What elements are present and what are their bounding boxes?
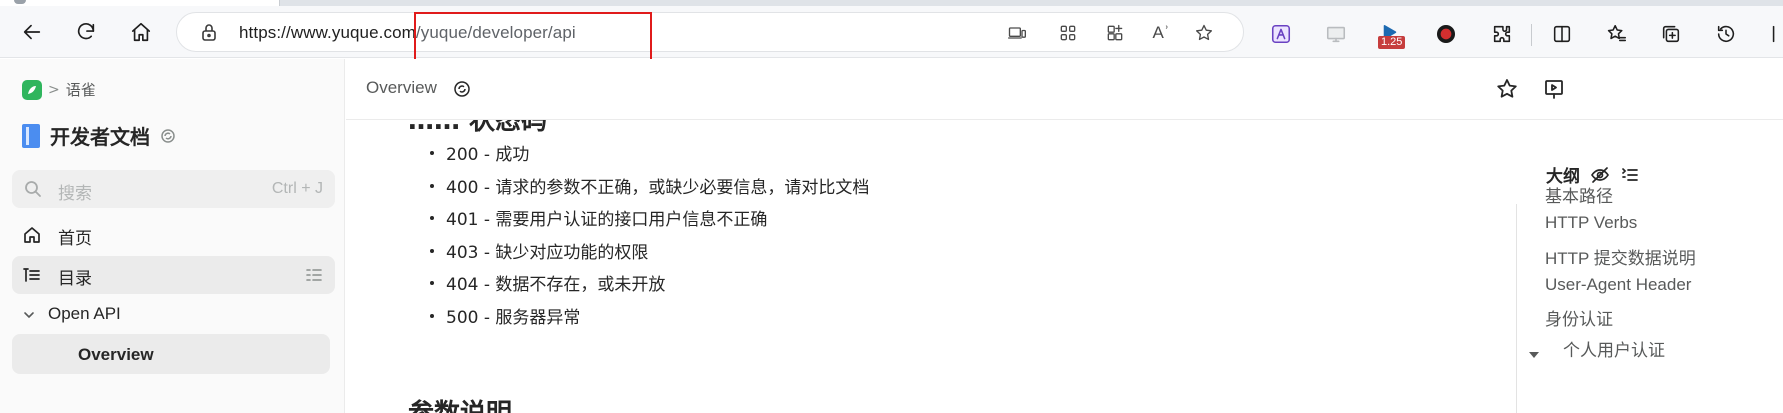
list-item: 500 - 服务器异常	[430, 303, 869, 336]
screen-capture-extension-icon[interactable]	[1320, 18, 1352, 50]
book-header: 开发者文档	[22, 121, 176, 150]
list-item: 400 - 请求的参数不正确，或缺少必要信息，请对比文档	[430, 173, 869, 206]
url-highlight-annotation	[414, 12, 652, 63]
home-icon	[131, 22, 151, 42]
present-icon	[1545, 80, 1563, 99]
status-code-list: 200 - 成功 400 - 请求的参数不正确，或缺少必要信息，请对比文档 40…	[430, 140, 869, 335]
outline-list-icon[interactable]	[1620, 165, 1640, 185]
sidebar: > 语雀 开发者文档 搜索 Ctrl + J 首页 目录 Open API Ov…	[0, 59, 345, 413]
sidebar-search[interactable]: 搜索 Ctrl + J	[12, 170, 335, 208]
apps-grid-icon[interactable]	[1056, 21, 1080, 45]
search-icon	[24, 180, 42, 198]
collapse-tree-icon[interactable]	[305, 266, 323, 284]
doc-header: Overview	[346, 59, 1783, 120]
collections-icon[interactable]	[1655, 18, 1687, 50]
breadcrumb[interactable]: > 语雀	[22, 79, 96, 100]
split-screen-icon[interactable]	[1546, 18, 1578, 50]
device-icon[interactable]	[1005, 21, 1029, 45]
record-extension-icon[interactable]	[1430, 18, 1462, 50]
outline-panel: 大纲 基本路径 HTTP Verbs HTTP 提交数据说明 User-Agen…	[1516, 120, 1783, 413]
list-item: 404 - 数据不存在，或未开放	[430, 270, 869, 303]
read-aloud-icon[interactable]: Aʾ	[1149, 21, 1173, 45]
breadcrumb-root[interactable]: 语雀	[66, 79, 96, 100]
outline-item[interactable]: 基本路径	[1545, 182, 1613, 207]
sidebar-item-home[interactable]: 首页	[12, 216, 335, 254]
outline-item[interactable]: 身份认证	[1545, 305, 1613, 330]
sidebar-item-label: 目录	[58, 269, 92, 289]
section-heading-status-codes: …… 状态码	[408, 120, 548, 136]
outline-rail	[1516, 204, 1517, 413]
sidebar-item-catalog[interactable]: 目录	[12, 256, 335, 294]
favorite-star-icon[interactable]	[1192, 21, 1216, 45]
tab-favicon	[14, 0, 26, 4]
caret-down-icon[interactable]	[1529, 352, 1539, 358]
star-icon	[1497, 79, 1517, 98]
list-item: 403 - 缺少对应功能的权限	[430, 238, 869, 271]
home-icon	[22, 225, 42, 245]
book-icon	[22, 123, 40, 148]
sidebar-item-label: 首页	[58, 229, 92, 249]
tree-item-overview[interactable]: Overview	[12, 334, 330, 374]
url-host: https://www.yuque.com	[239, 23, 416, 42]
more-icon[interactable]	[1764, 18, 1783, 50]
favorite-button[interactable]	[1493, 75, 1521, 103]
speed-badge: 1.25	[1378, 36, 1406, 49]
puzzle-extensions-icon[interactable]	[1486, 18, 1518, 50]
present-button[interactable]	[1540, 75, 1568, 103]
outline-item[interactable]: 个人用户认证	[1563, 336, 1665, 361]
arrow-left-icon	[23, 24, 41, 40]
tree-item-label: Overview	[78, 345, 154, 364]
browser-toolbar: https://www.yuque.com/yuque/developer/ap…	[0, 6, 1783, 58]
speed-extension-icon[interactable]: 1.25	[1374, 18, 1406, 50]
list-item: 200 - 成功	[430, 140, 869, 173]
refresh-button[interactable]	[70, 16, 102, 48]
lock-icon[interactable]	[199, 22, 219, 42]
add-app-icon[interactable]	[1103, 21, 1127, 45]
toolbar-divider	[1531, 24, 1532, 46]
search-placeholder: 搜索	[58, 184, 92, 204]
address-bar[interactable]: https://www.yuque.com/yuque/developer/ap…	[176, 12, 1244, 52]
history-icon[interactable]	[1710, 18, 1742, 50]
chevron-down-icon[interactable]	[22, 307, 36, 321]
translate-extension-icon[interactable]	[1265, 18, 1297, 50]
outline-item[interactable]: HTTP Verbs	[1545, 213, 1637, 233]
outline-item[interactable]: User-Agent Header	[1545, 275, 1691, 295]
sync-status-icon[interactable]	[160, 128, 176, 144]
favorites-icon[interactable]	[1601, 18, 1633, 50]
back-button[interactable]	[16, 16, 48, 48]
refresh-icon	[77, 23, 95, 40]
catalog-list-icon	[22, 265, 42, 285]
page-breadcrumb[interactable]: Overview	[366, 78, 437, 98]
yuque-logo-icon[interactable]	[22, 79, 42, 100]
sync-status-icon[interactable]	[453, 80, 471, 98]
tree-group-label: Open API	[48, 304, 121, 323]
doc-content: …… 状态码 200 - 成功 400 - 请求的参数不正确，或缺少必要信息，请…	[346, 120, 1516, 413]
chevron-right-icon: >	[48, 81, 60, 98]
book-title[interactable]: 开发者文档	[50, 121, 150, 150]
section-heading-parameters: 参数说明	[408, 393, 512, 413]
tree-group-open-api[interactable]: Open API	[12, 295, 335, 333]
list-item: 401 - 需要用户认证的接口用户信息不正确	[430, 205, 869, 238]
home-button[interactable]	[125, 16, 157, 48]
outline-item[interactable]: HTTP 提交数据说明	[1545, 244, 1696, 269]
search-shortcut: Ctrl + J	[271, 180, 323, 197]
